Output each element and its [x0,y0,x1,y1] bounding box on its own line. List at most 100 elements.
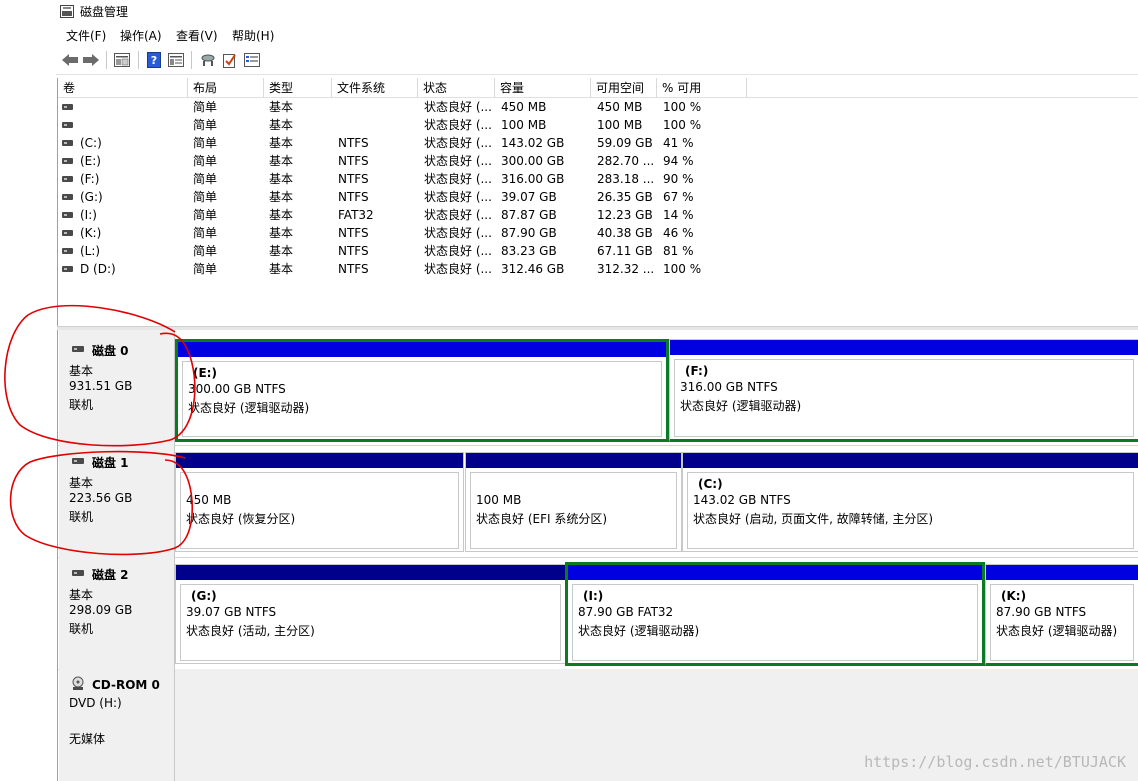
partition-bar [568,565,982,580]
partition-k[interactable]: (K:) 87.90 GB NTFS 状态良好 (逻辑驱动器) [985,564,1138,666]
partition-body: (G:) 39.07 GB NTFS 状态良好 (活动, 主分区) [180,584,561,661]
partition-bar [986,565,1138,580]
partition-size: 87.90 GB FAT32 [578,605,674,619]
partition-e[interactable]: (E:) 300.00 GB NTFS 状态良好 (逻辑驱动器) [175,339,669,442]
partition-size: 316.00 GB NTFS [680,380,778,394]
cell-filesystem: NTFS [338,172,369,186]
partition-g[interactable]: (G:) 39.07 GB NTFS 状态良好 (活动, 主分区) [175,564,566,664]
partition-body: (I:) 87.90 GB FAT32 状态良好 (逻辑驱动器) [572,584,978,661]
partition-c[interactable]: (C:) 143.02 GB NTFS 状态良好 (启动, 页面文件, 故障转储… [682,452,1138,552]
disk-2-label[interactable]: 磁盘 2 基本 298.09 GB 联机 [59,554,175,666]
partition-bar [670,340,1138,355]
cell-type: 基本 [269,118,294,132]
column-header-filesystem[interactable]: 文件系统 [332,78,418,98]
properties-icon[interactable] [166,50,186,70]
toolbar-separator [191,51,192,69]
back-arrow-icon[interactable] [60,50,80,70]
menu-action[interactable]: 操作(A) [120,27,162,44]
cell-volume: (K:) [80,226,102,240]
partition-body: 100 MB 状态良好 (EFI 系统分区) [470,472,677,549]
cell-type: 基本 [269,172,294,186]
cell-type: 基本 [269,136,294,150]
volume-list: 卷 布局 类型 文件系统 状态 容量 可用空间 % 可用 简单 基本 状态良好 … [57,78,1138,326]
column-header-status[interactable]: 状态 [418,78,495,98]
forward-arrow-icon[interactable] [81,50,101,70]
partition-recovery[interactable]: 450 MB 状态良好 (恢复分区) [175,452,464,552]
table-row[interactable]: 简单 基本 状态良好 (... 100 MB 100 MB 100 % [58,116,1138,134]
connect-icon[interactable] [198,50,218,70]
column-header-capacity[interactable]: 容量 [495,78,591,98]
partition-efi[interactable]: 100 MB 状态良好 (EFI 系统分区) [465,452,682,552]
menu-help[interactable]: 帮助(H) [232,27,274,44]
cell-status: 状态良好 (... [424,208,492,222]
cdrom-0-label[interactable]: CD-ROM 0 DVD (H:) 无媒体 [59,666,175,781]
column-header-free-space[interactable]: 可用空间 [591,78,657,98]
table-row[interactable]: (C:) 简单 基本 NTFS 状态良好 (... 143.02 GB 59.0… [58,134,1138,152]
cell-status: 状态良好 (... [424,262,492,276]
disk-state: 联机 [69,510,94,524]
cell-type: 基本 [269,226,294,240]
cell-status: 状态良好 (... [424,136,492,150]
cell-capacity: 87.90 GB [501,226,557,240]
cell-capacity: 450 MB [501,100,547,114]
table-row[interactable]: (K:) 简单 基本 NTFS 状态良好 (... 87.90 GB 40.38… [58,224,1138,242]
volume-drive-icon [62,230,73,236]
partition-label: (E:) [193,366,217,380]
cell-layout: 简单 [193,244,218,258]
column-header-type[interactable]: 类型 [264,78,332,98]
cell-capacity: 312.46 GB [501,262,565,276]
cell-volume: D (D:) [80,262,116,276]
cell-percent-free: 14 % [663,208,694,222]
cell-percent-free: 100 % [663,100,702,114]
table-row[interactable]: (E:) 简单 基本 NTFS 状态良好 (... 300.00 GB 282.… [58,152,1138,170]
partition-f[interactable]: (F:) 316.00 GB NTFS 状态良好 (逻辑驱动器) [669,339,1138,442]
volume-drive-icon [62,212,73,218]
partition-size: 39.07 GB NTFS [186,605,277,619]
cell-filesystem: NTFS [338,154,369,168]
disk-name: 磁盘 1 [92,456,129,470]
table-row[interactable]: D (D:) 简单 基本 NTFS 状态良好 (... 312.46 GB 31… [58,260,1138,278]
column-header-volume[interactable]: 卷 [58,78,188,98]
cell-status: 状态良好 (... [424,172,492,186]
disk-0-label[interactable]: 磁盘 0 基本 931.51 GB 联机 [59,330,175,442]
table-row[interactable]: 简单 基本 状态良好 (... 450 MB 450 MB 100 % [58,98,1138,116]
cell-type: 基本 [269,100,294,114]
toolbar-separator [138,51,139,69]
cell-percent-free: 100 % [663,118,702,132]
toolbar-divider [56,74,1138,75]
settings-icon[interactable] [242,50,262,70]
table-row[interactable]: (G:) 简单 基本 NTFS 状态良好 (... 39.07 GB 26.35… [58,188,1138,206]
partition-size: 300.00 GB NTFS [188,382,286,396]
menu-file[interactable]: 文件(F) [66,27,106,44]
column-header-layout[interactable]: 布局 [188,78,264,98]
table-row[interactable]: (I:) 简单 基本 FAT32 状态良好 (... 87.87 GB 12.2… [58,206,1138,224]
partition-status: 状态良好 (EFI 系统分区) [476,512,608,526]
cell-volume: (C:) [80,136,102,150]
column-header-filler [747,78,1138,98]
column-header-percent-free[interactable]: % 可用 [657,78,747,98]
cell-capacity: 316.00 GB [501,172,565,186]
menu-bar: 文件(F) 操作(A) 查看(V) 帮助(H) [0,24,1138,46]
cell-layout: 简单 [193,226,218,240]
cell-capacity: 300.00 GB [501,154,565,168]
disk-1-label[interactable]: 磁盘 1 基本 223.56 GB 联机 [59,442,175,554]
menu-view[interactable]: 查看(V) [176,27,218,44]
cell-free-space: 12.23 GB [597,208,653,222]
partition-bar [466,453,681,468]
cell-free-space: 450 MB [597,100,643,114]
watermark: https://blog.csdn.net/BTUJACK [864,753,1126,771]
disk-list-icon[interactable] [112,50,132,70]
check-icon[interactable] [220,50,240,70]
disk-size: 223.56 GB [69,491,133,505]
partition-body: 450 MB 状态良好 (恢复分区) [180,472,459,549]
partition-label: (I:) [583,589,604,603]
table-row[interactable]: (F:) 简单 基本 NTFS 状态良好 (... 316.00 GB 283.… [58,170,1138,188]
cell-filesystem: NTFS [338,136,369,150]
cell-filesystem: NTFS [338,262,369,276]
table-row[interactable]: (L:) 简单 基本 NTFS 状态良好 (... 83.23 GB 67.11… [58,242,1138,260]
cell-volume: (F:) [80,172,100,186]
help-icon[interactable]: ? [144,50,164,70]
partition-i[interactable]: (I:) 87.90 GB FAT32 状态良好 (逻辑驱动器) [565,562,985,666]
cell-percent-free: 67 % [663,190,694,204]
disk-state: 联机 [69,398,94,412]
